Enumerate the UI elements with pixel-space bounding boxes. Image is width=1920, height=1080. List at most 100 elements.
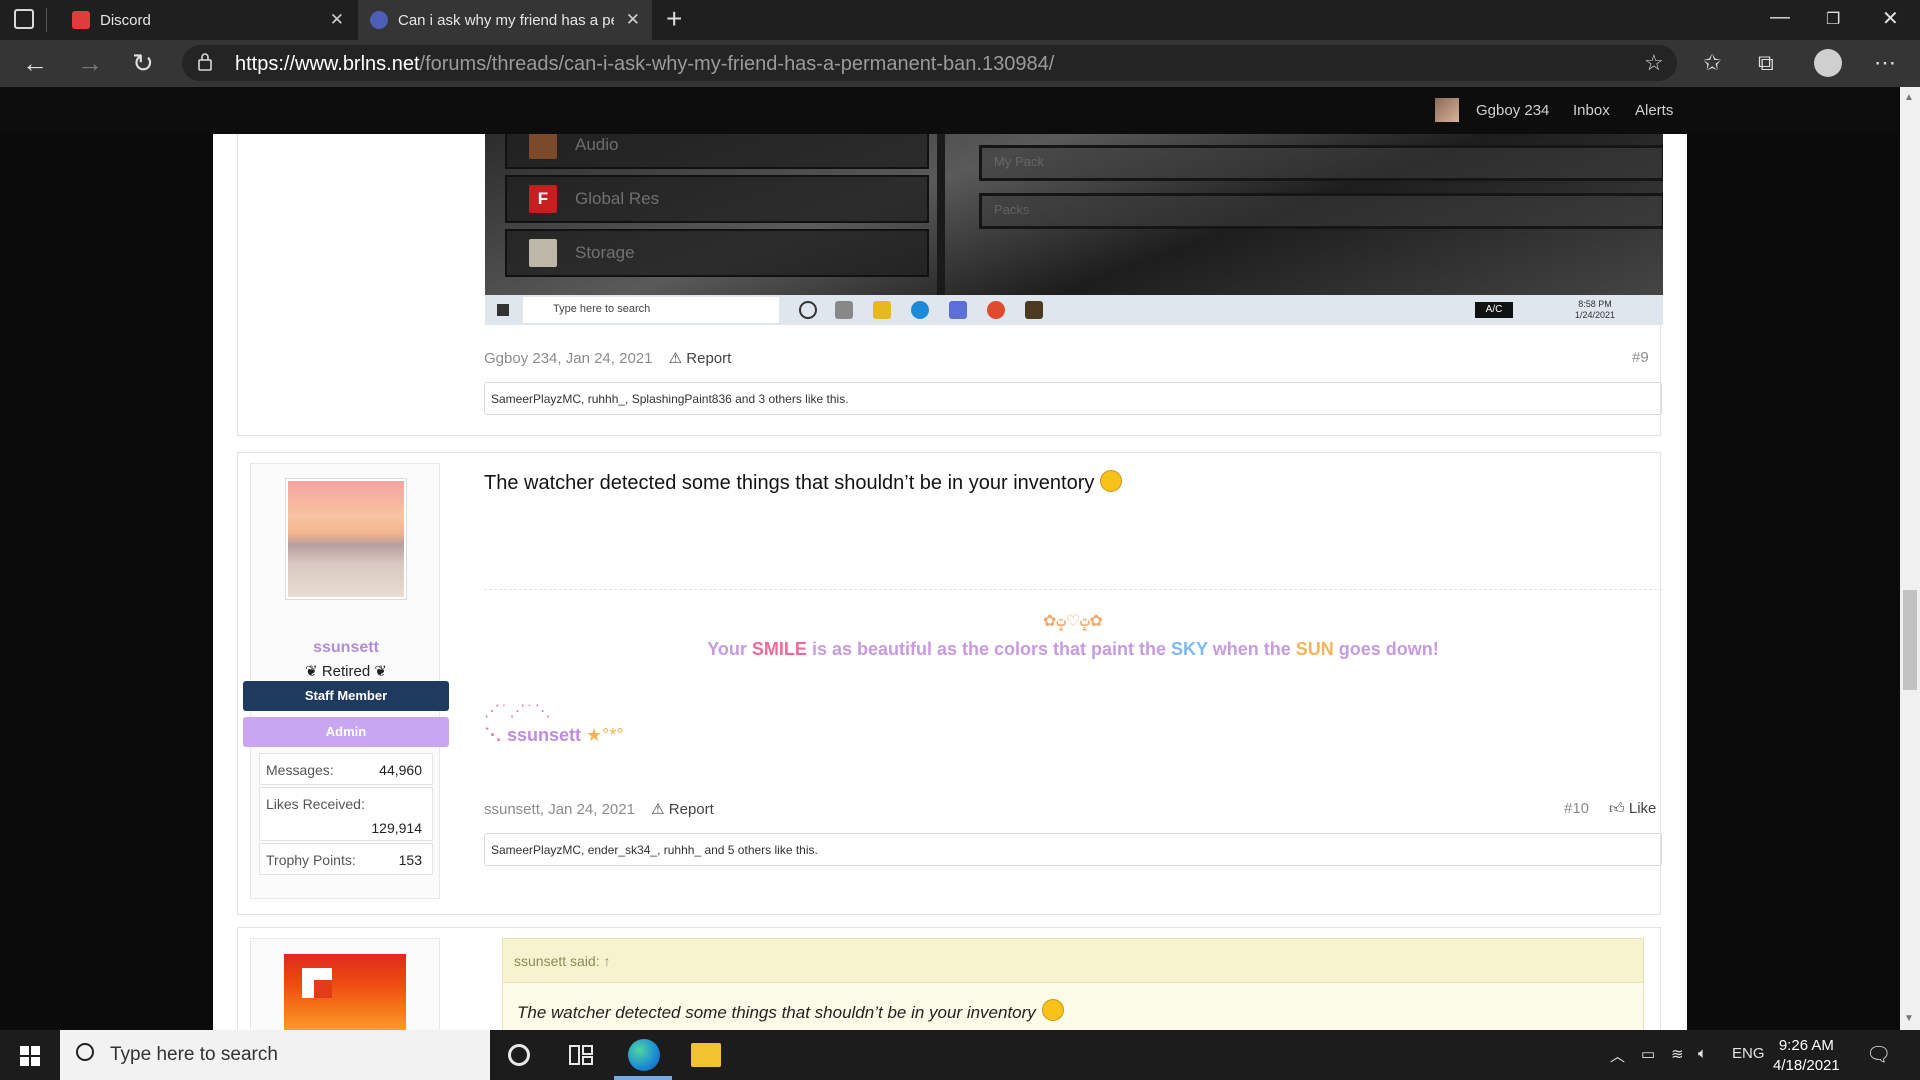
embedded-taskbar: Type here to search A/C 8:58 PM 1/24/2021 [485,295,1663,325]
windows-start-icon[interactable] [20,1046,40,1066]
screen: Discord ✕ Can i ask why my friend has a … [0,0,1920,1080]
collections-icon[interactable]: ⧉ [1758,50,1774,76]
page-scrollbar[interactable] [1900,87,1920,1030]
warning-icon: ⚠ [651,801,665,818]
author-avatar[interactable] [285,478,407,600]
user-avatar[interactable] [1435,98,1459,122]
signature-text: Your SMILE is as beautiful as the colors… [707,639,1439,659]
likes-summary[interactable]: SameerPlayzMC, ender_sk34_, ruhhh_ and 5… [484,833,1662,866]
like-button[interactable]: 👍︎ Like [1609,800,1656,818]
language-indicator[interactable]: ENG [1732,1045,1765,1062]
post-author-link[interactable]: ssunsett [484,801,540,818]
close-window-icon[interactable]: ✕ [1882,6,1899,31]
back-icon[interactable]: ← [22,48,48,78]
post-meta: ssunsett, Jan 24, 2021 ⚠ Report [484,801,714,818]
notifications-icon[interactable]: 🗨︎ [1866,1042,1891,1067]
scrollbar-thumb[interactable] [1903,590,1917,690]
post-meta: Ggboy 234, Jan 24, 2021 ⚠ Report [484,350,732,367]
taskbar-search-box[interactable]: Type here to search [60,1030,490,1080]
more-menu-icon[interactable]: ⋯ [1874,50,1896,76]
add-favorite-icon[interactable]: ☆ [1644,50,1664,76]
screenshot-menu-item: Storage [505,229,929,277]
show-hidden-icons-icon[interactable]: ︿ [1610,1045,1625,1066]
tab-forum-thread[interactable]: Can i ask why my friend has a permanent … [358,0,652,40]
tab-title: Can i ask why my friend has a permanent … [398,11,614,29]
admin-badge: Admin [243,717,449,747]
browser-tab-bar: Discord ✕ Can i ask why my friend has a … [0,0,1920,40]
restore-icon[interactable]: ❐ [1826,9,1840,29]
account-link[interactable]: Ggboy 234 [1476,102,1549,119]
scroll-up-icon[interactable]: ▲ [1904,92,1914,103]
post-author-link[interactable]: Ggboy 234 [484,350,557,367]
search-icon [76,1043,94,1061]
mini-edge-icon [911,301,929,319]
minimize-icon[interactable]: — [1770,6,1790,29]
browser-toolbar: ← → ↻ https://www.brlns.net/forums/threa… [0,40,1920,87]
forum-favicon-icon [370,11,388,29]
close-tab-icon[interactable]: ✕ [330,10,344,30]
edge-icon[interactable] [628,1039,660,1071]
quote-text: The watcher detected some things that sh… [517,999,1064,1023]
screenshot-menu-item: Audio [505,134,929,169]
user-card: ssunsett ❦ Retired ❦ Staff Member Admin … [243,463,449,899]
post-date[interactable]: Jan 24, 2021 [566,350,653,367]
file-explorer-icon[interactable] [691,1043,721,1067]
author-avatar[interactable] [284,954,406,1030]
post-11: ssunsett said: ↑ The watcher detected so… [237,927,1661,1030]
post-10: ssunsett ❦ Retired ❦ Staff Member Admin … [237,452,1662,915]
mini-cortana-icon [799,301,817,319]
mini-explorer-icon [873,301,891,319]
wifi-icon[interactable]: ≋ [1671,1045,1684,1063]
author-name[interactable]: ssunsett [251,639,441,657]
thread-content: Audio F Global Res Storage My Pack Packs… [213,134,1687,1030]
tab-divider [46,8,47,32]
refresh-icon[interactable]: ↻ [132,48,154,78]
dizzy-face-icon [1100,470,1123,492]
screenshot-slot: Packs [979,193,1663,229]
windows-taskbar: Type here to search ︿ ▭ ≋ 🔈︎ ENG 9:26 AM… [0,1030,1920,1080]
mini-taskview-icon [835,301,853,319]
dizzy-face-icon [1041,999,1064,1021]
mini-clock: 8:58 PM 1/24/2021 [1575,299,1616,320]
alerts-link[interactable]: Alerts [1635,102,1673,119]
author-title: ❦ Retired ❦ [305,663,387,680]
tab-discord[interactable]: Discord ✕ [60,0,356,40]
favorites-icon[interactable]: ✩ [1703,50,1721,76]
speaker-icon [529,134,557,159]
lock-icon [198,53,212,71]
report-link[interactable]: ⚠ Report [651,801,714,818]
post-number[interactable]: #9 [1632,349,1649,366]
report-link[interactable]: ⚠ Report [669,350,732,367]
close-tab-icon[interactable]: ✕ [626,10,640,30]
post-date[interactable]: Jan 24, 2021 [548,801,635,818]
mini-discord-icon [949,301,967,319]
inbox-link[interactable]: Inbox [1573,102,1610,119]
forward-icon[interactable]: → [77,48,103,78]
warning-icon: ⚠ [668,350,683,367]
resource-pack-icon: F [529,185,557,213]
taskbar-clock[interactable]: 9:26 AM 4/18/2021 [1773,1036,1840,1076]
new-tab-icon[interactable]: + [666,4,682,34]
address-bar[interactable]: https://www.brlns.net/forums/threads/can… [182,45,1677,81]
mini-start-icon [497,304,509,316]
staff-member-badge: Staff Member [243,681,449,711]
stat-trophy-points: Trophy Points: 153 [259,843,433,875]
likes-summary[interactable]: SameerPlayzMC, ruhhh_, SplashingPaint836… [484,382,1662,415]
task-view-icon[interactable] [568,1042,594,1068]
profile-icon[interactable] [1814,49,1842,77]
signature-decoration: ✿ݓ♡ݓ✿ [1043,613,1103,630]
post-number[interactable]: #10 [1564,800,1589,817]
screenshot-menu-item: F Global Res [505,175,929,223]
volume-icon[interactable]: 🔈︎ [1698,1045,1707,1062]
cortana-icon[interactable] [508,1044,530,1066]
quote-block: ssunsett said: ↑ The watcher detected so… [502,938,1644,1030]
tab-actions-icon[interactable] [14,9,34,29]
storage-icon [529,239,557,267]
mini-minecraft-icon [1025,301,1043,319]
scroll-down-icon[interactable]: ▼ [1904,1013,1914,1024]
quote-author-link[interactable]: ssunsett said: ↑ [503,939,1643,983]
battery-icon[interactable]: ▭ [1641,1045,1655,1063]
signature-name: ˙·. ssunsett ★°*° [484,725,624,745]
url-text: https://www.brlns.net/forums/threads/can… [235,53,1055,75]
stat-likes-received: Likes Received: 129,914 [259,787,433,841]
